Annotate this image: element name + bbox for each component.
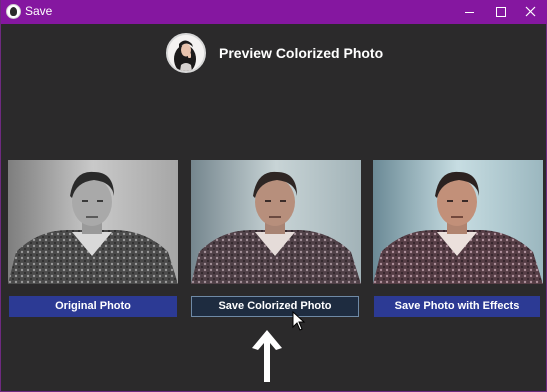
maximize-icon [496,7,506,17]
maximize-button[interactable] [485,0,517,24]
page-title: Preview Colorized Photo [219,45,384,61]
mouse-cursor-icon [292,311,306,331]
save-photo-with-effects-button[interactable]: Save Photo with Effects [374,296,540,317]
minimize-icon [465,12,474,13]
original-photo-button[interactable]: Original Photo [9,296,177,317]
app-icon [6,4,21,19]
save-window: Save Preview Colorized Photo Original Ph… [0,0,547,392]
close-button[interactable] [515,0,547,24]
avatar [166,33,206,73]
save-colorized-photo-button[interactable]: Save Colorized Photo [191,296,359,317]
minimize-button[interactable] [453,0,485,24]
up-arrow-icon [252,330,282,382]
woman-portrait-icon [168,35,204,71]
title-bar[interactable]: Save [1,0,547,24]
close-icon [525,6,536,17]
window-title: Save [25,4,53,18]
colorized-photo [191,160,361,284]
effects-photo [373,160,543,284]
original-photo [8,160,178,284]
